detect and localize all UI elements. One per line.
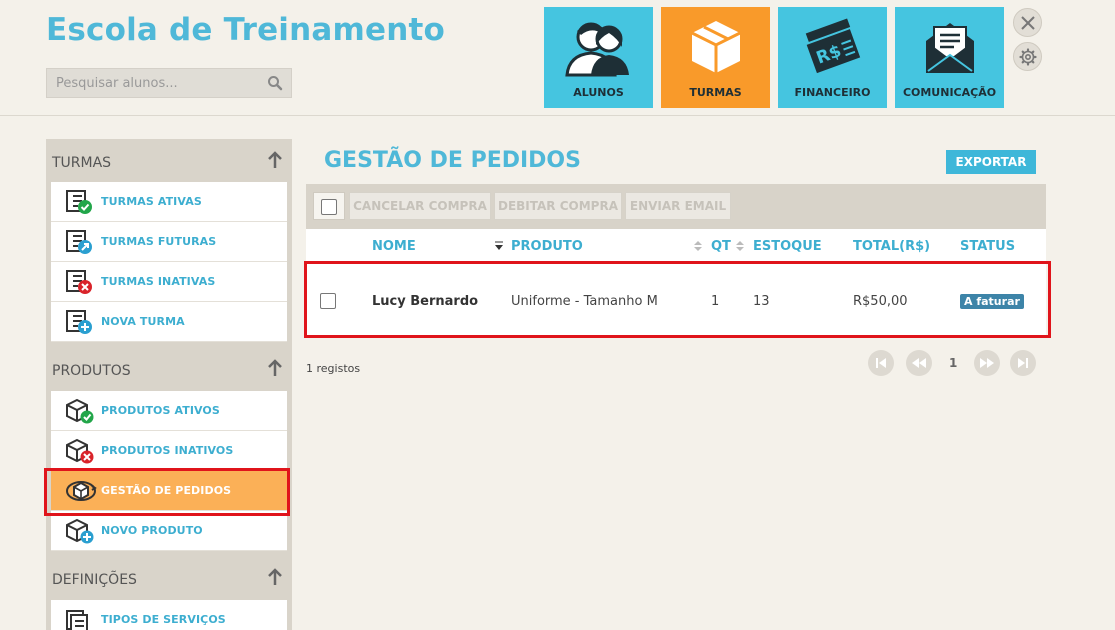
sidebar-item-label: TURMAS ATIVAS [101,195,202,208]
sidebar-section-turmas[interactable]: TURMAS [46,139,292,182]
fast-forward-icon [980,358,994,368]
column-header-status[interactable]: STATUS [960,239,1015,254]
nav-tile-label: COMUNICAÇÃO [902,86,997,99]
column-header-estoque[interactable]: ESTOQUE [753,239,822,254]
current-page[interactable]: 1 [949,356,957,370]
select-all-checkbox[interactable] [313,192,345,220]
sidebar-item-label: TIPOS DE SERVIÇOS [101,613,226,626]
sidebar-item-nova-turma[interactable]: NOVA TURMA [51,302,287,342]
sidebar-item-label: TURMAS FUTURAS [101,235,217,248]
sidebar-section-definicoes[interactable]: DEFINIÇÕES [46,556,292,600]
column-header-total[interactable]: TOTAL(R$) [853,239,930,254]
sidebar: TURMAS TURMAS ATIVAS TURMAS FUTURAS TURM… [46,139,292,630]
first-page-icon [876,358,886,368]
row-checkbox[interactable] [320,293,336,309]
sort-icon[interactable] [736,241,744,251]
status-badge: A faturar [960,294,1024,309]
cell-qt: 1 [711,294,720,309]
close-icon [1021,16,1035,30]
checklist-x-icon [66,270,92,294]
export-button[interactable]: EXPORTAR [946,150,1036,174]
arrow-up-icon[interactable] [268,151,282,169]
sidebar-section-title: DEFINIÇÕES [52,572,137,588]
checklist-forward-icon [66,230,92,254]
cancel-purchase-button[interactable]: CANCELAR COMPRA [349,192,491,220]
nav-tile-turmas[interactable]: TURMAS [661,7,770,108]
sidebar-section-title: PRODUTOS [52,363,131,379]
column-header-qt[interactable]: QT [711,239,731,254]
cell-nome: Lucy Bernardo [372,294,479,309]
sort-icon[interactable] [694,241,702,251]
sidebar-item-turmas-futuras[interactable]: TURMAS FUTURAS [51,222,287,262]
search-icon[interactable] [267,75,283,91]
sidebar-item-label: NOVO PRODUTO [101,524,203,537]
sidebar-item-gestao-de-pedidos[interactable]: GESTÃO DE PEDIDOS [51,471,287,511]
table-row[interactable]: Lucy Bernardo Uniforme - Tamanho M 1 13 … [306,262,1046,338]
money-icon: R$ [803,18,863,76]
cell-total: R$50,00 [853,294,908,309]
sidebar-item-turmas-ativas[interactable]: TURMAS ATIVAS [51,182,287,222]
next-page-button[interactable] [974,350,1000,376]
mail-icon [925,23,974,73]
box-x-icon [66,438,94,464]
sidebar-item-label: PRODUTOS ATIVOS [101,404,220,417]
column-header-nome[interactable]: NOME [372,239,416,254]
debit-purchase-button[interactable]: DEBITAR COMPRA [494,192,622,220]
sort-desc-icon[interactable] [495,241,503,251]
sidebar-item-tipos-de-servicos[interactable]: TIPOS DE SERVIÇOS [51,600,287,630]
checkbox-box [321,199,337,215]
send-email-button[interactable]: ENVIAR EMAIL [625,192,731,220]
sidebar-item-label: TURMAS INATIVAS [101,275,216,288]
first-page-button[interactable] [868,350,894,376]
nav-tile-label: FINANCEIRO [794,86,871,99]
sidebar-item-turmas-inativas[interactable]: TURMAS INATIVAS [51,262,287,302]
nav-tile-label: TURMAS [689,86,742,99]
rewind-icon [912,358,926,368]
page-title: GESTÃO DE PEDIDOS [324,148,581,173]
sidebar-section-title: TURMAS [52,155,112,171]
sidebar-item-produtos-inativos[interactable]: PRODUTOS INATIVOS [51,431,287,471]
settings-button[interactable] [1013,42,1042,71]
checklist-plus-icon [66,310,92,334]
nav-tile-label: ALUNOS [573,86,624,99]
close-button[interactable] [1013,8,1042,37]
nav-tile-financeiro[interactable]: R$ FINANCEIRO [778,7,887,108]
arrow-up-icon[interactable] [268,568,282,586]
gear-icon [1019,48,1037,66]
sidebar-item-novo-produto[interactable]: NOVO PRODUTO [51,511,287,551]
sidebar-item-label: PRODUTOS INATIVOS [101,444,234,457]
last-page-icon [1018,358,1028,368]
last-page-button[interactable] [1010,350,1036,376]
column-header-produto[interactable]: PRODUTO [511,239,583,254]
sidebar-section-produtos[interactable]: PRODUTOS [46,347,292,391]
app-title: Escola de Treinamento [46,12,446,48]
box-check-icon [66,398,94,424]
record-count: 1 registos [306,362,361,375]
checklist-check-icon [66,190,92,214]
services-icon [66,610,88,630]
sidebar-item-produtos-ativos[interactable]: PRODUTOS ATIVOS [51,391,287,431]
table-header: NOME PRODUTO QT ESTOQUE TOTAL(R$) STATUS [306,229,1046,261]
previous-page-button[interactable] [906,350,932,376]
toolbar: CANCELAR COMPRA DEBITAR COMPRA ENVIAR EM… [306,184,1046,229]
sidebar-item-label: GESTÃO DE PEDIDOS [101,484,232,497]
cell-produto: Uniforme - Tamanho M [511,294,658,309]
arrow-up-icon[interactable] [268,359,282,377]
students-icon [564,22,629,77]
box-icon [690,21,741,73]
search-box [46,68,292,98]
nav-tile-comunicacao[interactable]: COMUNICAÇÃO [895,7,1004,108]
header-divider [0,115,1115,116]
sidebar-item-label: NOVA TURMA [101,315,185,328]
box-plus-icon [66,518,94,544]
nav-tile-alunos[interactable]: ALUNOS [544,7,653,108]
box-cycle-icon [66,481,97,501]
cell-estoque: 13 [753,294,770,309]
search-input[interactable] [47,69,257,97]
